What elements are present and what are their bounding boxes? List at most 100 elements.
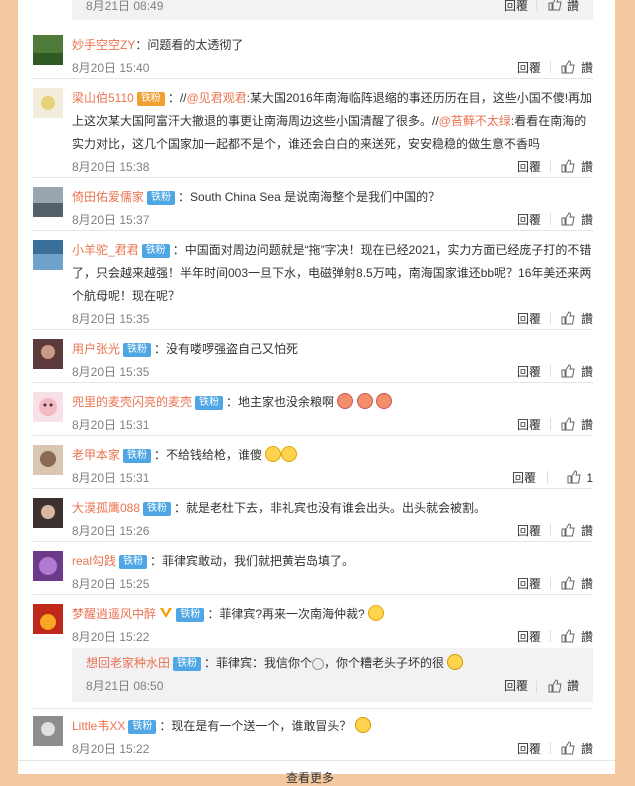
comment-time: 8月20日 15:22 bbox=[72, 742, 150, 756]
comment-meta: 8月20日 15:35 回覆 讚 bbox=[72, 361, 593, 381]
divider bbox=[550, 418, 551, 430]
user-name[interactable]: 倚田佑爱儒家 bbox=[72, 190, 144, 204]
reply-button[interactable]: 回覆 bbox=[504, 0, 528, 14]
reply-button[interactable]: 回覆 bbox=[517, 573, 541, 596]
reply-button[interactable]: 回覆 bbox=[517, 414, 541, 437]
divider bbox=[550, 630, 551, 642]
reply-button[interactable]: 回覆 bbox=[517, 57, 541, 80]
like-count: 1 bbox=[586, 471, 593, 485]
like-label: 讚 bbox=[580, 213, 593, 227]
fan-badge: 铁粉 bbox=[128, 720, 157, 734]
user-name[interactable]: 梁山伯5110 bbox=[72, 91, 134, 105]
mention-link[interactable]: @见君观君 bbox=[186, 91, 246, 105]
user-name[interactable]: 大漠孤鹰088 bbox=[72, 501, 140, 515]
like-label: 讚 bbox=[580, 61, 593, 75]
comment-time: 8月20日 15:22 bbox=[72, 630, 150, 644]
divider bbox=[33, 435, 593, 436]
comment-time: 8月20日 15:31 bbox=[72, 471, 150, 485]
divider bbox=[536, 681, 537, 693]
avatar[interactable] bbox=[33, 392, 63, 422]
fan-badge: 铁粉 bbox=[141, 244, 170, 258]
comment-time: 8月20日 15:38 bbox=[72, 160, 150, 174]
avatar[interactable] bbox=[33, 445, 63, 475]
divider bbox=[550, 365, 551, 377]
cat-emoji-icon bbox=[447, 654, 464, 670]
comment-time: 8月20日 15:26 bbox=[72, 524, 150, 538]
pig-emoji-icon bbox=[337, 393, 354, 409]
fan-badge: 铁粉 bbox=[123, 449, 152, 463]
comment-text: ：// bbox=[167, 91, 187, 105]
divider bbox=[33, 230, 593, 231]
comment-text: ：现在是有一个送一个，谁敢冒头？ bbox=[159, 719, 352, 733]
fan-badge: 铁粉 bbox=[176, 608, 205, 622]
user-name[interactable]: Little韦XX bbox=[72, 719, 125, 733]
reply-button[interactable]: 回覆 bbox=[517, 738, 541, 761]
grin-emoji-icon bbox=[265, 446, 282, 462]
user-name[interactable]: 想回老家种水田 bbox=[86, 656, 170, 670]
comment-time: 8月20日 15:40 bbox=[72, 61, 150, 75]
user-name[interactable]: 妙手空空ZY bbox=[72, 38, 135, 52]
avatar[interactable] bbox=[33, 604, 63, 634]
sub-reply-time: 8月21日 08:49 bbox=[86, 0, 164, 13]
pig-emoji-icon bbox=[376, 393, 393, 409]
avatar[interactable] bbox=[33, 240, 63, 270]
reply-button[interactable]: 回覆 bbox=[517, 520, 541, 543]
divider bbox=[550, 61, 551, 73]
load-more[interactable]: 查看更多 bbox=[18, 760, 615, 785]
reply-button[interactable]: 回覆 bbox=[512, 467, 536, 490]
user-name[interactable]: real勾践 bbox=[72, 554, 116, 568]
reply-button[interactable]: 回覆 bbox=[517, 156, 541, 179]
vip-v-icon bbox=[160, 608, 173, 618]
avatar[interactable] bbox=[33, 716, 63, 746]
like-icon[interactable] bbox=[548, 679, 562, 696]
mention-link[interactable]: @苔藓不太绿 bbox=[439, 114, 511, 128]
like-icon[interactable] bbox=[561, 740, 575, 763]
like-label: 讚 bbox=[580, 742, 593, 756]
like-label: 讚 bbox=[580, 418, 593, 432]
avatar[interactable] bbox=[33, 551, 63, 581]
avatar[interactable] bbox=[33, 88, 63, 118]
comment-meta: 8月20日 15:26 回覆 讚 bbox=[72, 520, 593, 540]
user-name[interactable]: 兜里的麦壳闪亮的麦壳 bbox=[72, 395, 192, 409]
comment-text: ：问题看的太透彻了 bbox=[135, 38, 244, 52]
comment-text: ：就是老杜下去，非礼宾也没有谁会出头。出头就会被割。 bbox=[174, 501, 487, 515]
fan-badge: 铁粉 bbox=[136, 92, 165, 106]
divider bbox=[550, 160, 551, 172]
like-label: 讚 bbox=[580, 160, 593, 174]
avatar[interactable] bbox=[33, 339, 63, 369]
divider bbox=[550, 742, 551, 754]
divider bbox=[33, 177, 593, 178]
reply-button[interactable]: 回覆 bbox=[517, 361, 541, 384]
like-icon[interactable] bbox=[548, 0, 562, 14]
like-label: 讚 bbox=[580, 577, 593, 591]
avatar[interactable] bbox=[33, 35, 63, 65]
reply-button[interactable]: 回覆 bbox=[504, 677, 528, 694]
fan-badge: 铁粉 bbox=[123, 343, 152, 357]
user-name[interactable]: 用户张光 bbox=[72, 342, 120, 356]
divider bbox=[33, 78, 593, 79]
like-label: 讚 bbox=[580, 524, 593, 538]
sub-reply-top: 8月21日 08:49 回覆 讚 bbox=[72, 0, 593, 20]
user-name[interactable]: 小羊驼_君君 bbox=[72, 243, 139, 257]
fan-badge: 铁粉 bbox=[119, 555, 148, 569]
reply-button[interactable]: 回覆 bbox=[517, 308, 541, 331]
fan-badge: 铁粉 bbox=[147, 191, 176, 205]
comment-text: ：South China Sea 是说南海整个是我们中国的？ bbox=[178, 190, 441, 204]
avatar[interactable] bbox=[33, 498, 63, 528]
fan-badge: 铁粉 bbox=[143, 502, 172, 516]
comment-text: ，你个糟老头子坏的很 bbox=[324, 656, 445, 670]
reply-button[interactable]: 回覆 bbox=[517, 209, 541, 232]
like-label: 讚 bbox=[580, 630, 593, 644]
divider bbox=[547, 471, 548, 483]
avatar[interactable] bbox=[33, 187, 63, 217]
user-name[interactable]: 梦醒逍遥风中醉 bbox=[72, 607, 156, 621]
cat-emoji-icon bbox=[354, 717, 371, 733]
fan-badge: 铁粉 bbox=[195, 396, 224, 410]
comment-text: ：没有喽啰强盗自己又怕死 bbox=[154, 342, 299, 356]
divider bbox=[550, 524, 551, 536]
reply-button[interactable]: 回覆 bbox=[517, 626, 541, 649]
user-name[interactable]: 老甲本家 bbox=[72, 448, 120, 462]
comment-meta: 8月20日 15:35 回覆 讚 bbox=[72, 308, 593, 328]
load-more-label[interactable]: 查看更多 bbox=[286, 769, 334, 786]
like-label: 讚 bbox=[580, 365, 593, 379]
